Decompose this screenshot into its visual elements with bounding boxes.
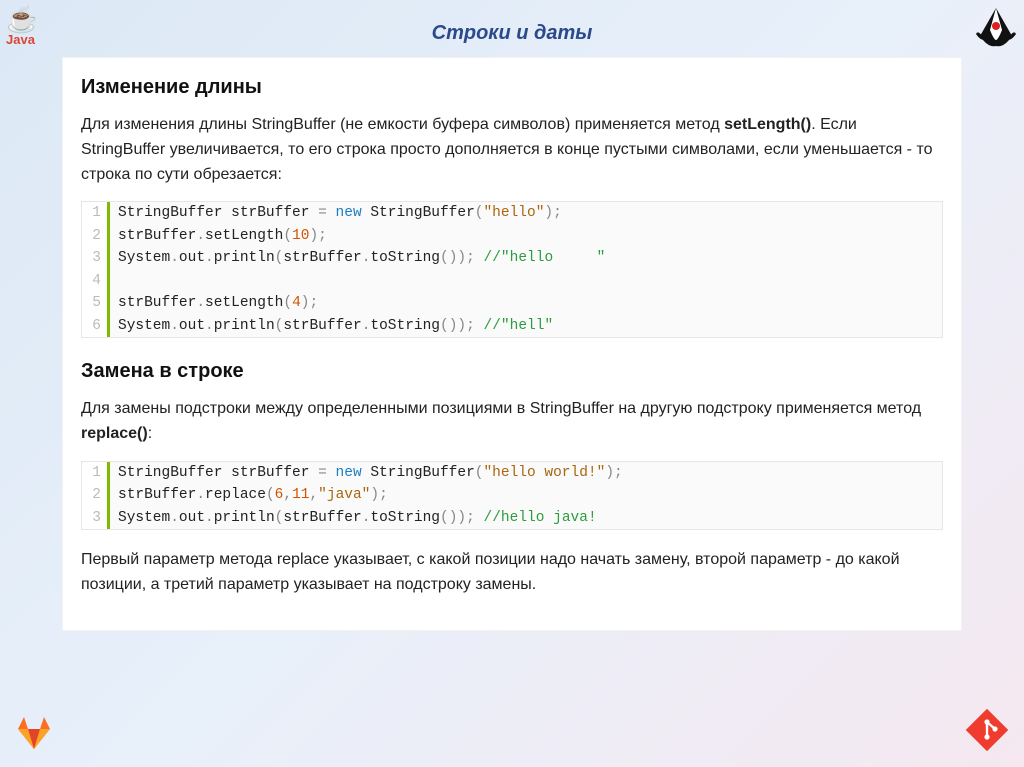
- code-line: 5strBuffer.setLength(4);: [82, 292, 942, 314]
- line-number: 1: [82, 462, 110, 484]
- code-content: [110, 270, 127, 292]
- heading-change-length: Изменение длины: [81, 72, 943, 103]
- duke-mascot-icon: [974, 6, 1018, 50]
- code-line: 4: [82, 270, 942, 292]
- code-content: strBuffer.replace(6,11,"java");: [110, 484, 388, 506]
- line-number: 2: [82, 225, 110, 247]
- method-name: setLength(): [724, 116, 811, 133]
- code-content: strBuffer.setLength(4);: [110, 292, 318, 314]
- code-line: 6System.out.println(strBuffer.toString()…: [82, 315, 942, 337]
- code-line: 2strBuffer.replace(6,11,"java");: [82, 484, 942, 506]
- paragraph-replace: Для замены подстроки между определенными…: [81, 397, 943, 447]
- paragraph-change-length: Для изменения длины StringBuffer (не емк…: [81, 113, 943, 187]
- code-line: 1StringBuffer strBuffer = new StringBuff…: [82, 462, 942, 484]
- method-name: replace(): [81, 425, 148, 442]
- java-cup-icon: ☕: [6, 6, 48, 32]
- line-number: 3: [82, 507, 110, 529]
- heading-replace: Замена в строке: [81, 356, 943, 387]
- code-line: 3System.out.println(strBuffer.toString()…: [82, 507, 942, 529]
- code-content: System.out.println(strBuffer.toString())…: [110, 247, 605, 269]
- line-number: 3: [82, 247, 110, 269]
- paragraph-footer: Первый параметр метода replace указывает…: [81, 548, 943, 598]
- text: :: [148, 425, 152, 442]
- git-icon: [966, 709, 1008, 751]
- code-block-1: 1StringBuffer strBuffer = new StringBuff…: [81, 201, 943, 338]
- text: Для замены подстроки между определенными…: [81, 400, 921, 417]
- code-content: System.out.println(strBuffer.toString())…: [110, 507, 597, 529]
- gitlab-icon: [16, 715, 52, 751]
- java-text: Java: [6, 32, 48, 47]
- code-line: 2strBuffer.setLength(10);: [82, 225, 942, 247]
- java-logo-icon: ☕ Java: [6, 6, 48, 47]
- line-number: 4: [82, 270, 110, 292]
- slide-title: Строки и даты: [0, 0, 1024, 45]
- code-block-2: 1StringBuffer strBuffer = new StringBuff…: [81, 461, 943, 530]
- line-number: 1: [82, 202, 110, 224]
- line-number: 6: [82, 315, 110, 337]
- line-number: 5: [82, 292, 110, 314]
- content-card: Изменение длины Для изменения длины Stri…: [62, 57, 962, 631]
- code-content: StringBuffer strBuffer = new StringBuffe…: [110, 202, 562, 224]
- code-line: 3System.out.println(strBuffer.toString()…: [82, 247, 942, 269]
- code-content: StringBuffer strBuffer = new StringBuffe…: [110, 462, 623, 484]
- code-content: System.out.println(strBuffer.toString())…: [110, 315, 553, 337]
- code-content: strBuffer.setLength(10);: [110, 225, 327, 247]
- code-line: 1StringBuffer strBuffer = new StringBuff…: [82, 202, 942, 224]
- line-number: 2: [82, 484, 110, 506]
- text: Для изменения длины StringBuffer (не емк…: [81, 116, 724, 133]
